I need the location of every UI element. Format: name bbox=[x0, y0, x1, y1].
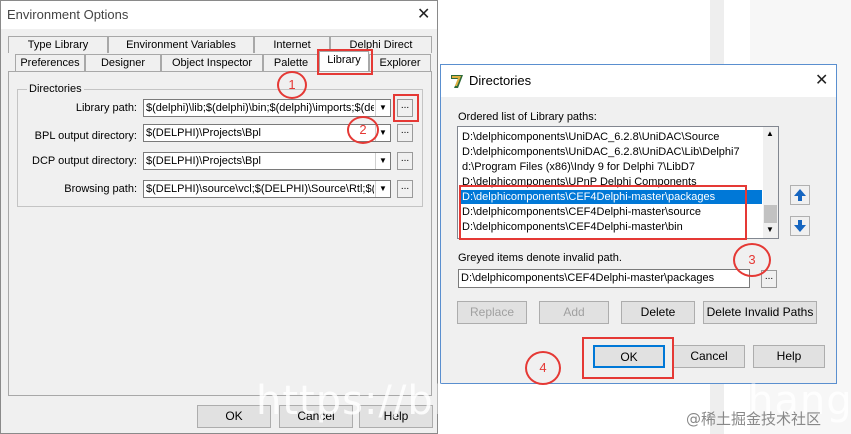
tab-palette[interactable]: Palette bbox=[263, 54, 319, 71]
watermark-url: https://blog bbox=[256, 378, 498, 424]
title-bar: Environment Options ✕ bbox=[1, 1, 437, 29]
browsing-path-value: $(DELPHI)\source\vcl;$(DELPHI)\Source\Rt… bbox=[146, 183, 374, 195]
directories-group-label: Directories bbox=[27, 83, 84, 95]
chevron-down-icon[interactable]: ▼ bbox=[375, 153, 390, 169]
delphi-logo-icon bbox=[449, 73, 465, 89]
list-item[interactable]: d:\Program Files (x86)\Indy 9 for Delphi… bbox=[461, 160, 762, 174]
window-title: Environment Options bbox=[7, 7, 129, 22]
dcp-output-label: DCP output directory: bbox=[32, 155, 137, 167]
arrow-down-icon bbox=[794, 220, 806, 232]
list-item[interactable]: D:\delphicomponents\UniDAC_6.2.8\UniDAC\… bbox=[461, 145, 762, 159]
dcp-output-value: $(DELPHI)\Projects\Bpl bbox=[146, 155, 261, 167]
bpl-output-label: BPL output directory: bbox=[34, 130, 137, 142]
cef4delphi-paths-highlight bbox=[459, 185, 747, 240]
tab-type-library[interactable]: Type Library bbox=[8, 36, 108, 53]
scroll-up-icon[interactable]: ▲ bbox=[766, 129, 774, 138]
help-button[interactable]: Help bbox=[753, 345, 825, 368]
browsing-path-label: Browsing path: bbox=[64, 183, 137, 195]
browsing-path-combo[interactable]: $(DELPHI)\source\vcl;$(DELPHI)\Source\Rt… bbox=[143, 180, 391, 198]
title-bar: Directories ✕ bbox=[441, 65, 836, 97]
invalid-hint: Greyed items denote invalid path. bbox=[458, 252, 622, 264]
bpl-output-value: $(DELPHI)\Projects\Bpl bbox=[146, 127, 261, 139]
close-icon[interactable]: ✕ bbox=[417, 7, 430, 23]
scroll-down-icon[interactable]: ▼ bbox=[766, 225, 774, 234]
tab-environment-variables[interactable]: Environment Variables bbox=[108, 36, 254, 53]
ok-button-highlight bbox=[582, 337, 674, 379]
path-input-value: D:\delphicomponents\CEF4Delphi-master\pa… bbox=[461, 272, 715, 284]
tab-designer[interactable]: Designer bbox=[85, 54, 161, 71]
annotation-circle-4: 4 bbox=[525, 351, 561, 385]
library-path-label: Library path: bbox=[75, 102, 137, 114]
close-icon[interactable]: ✕ bbox=[815, 73, 828, 89]
chevron-down-icon[interactable]: ▼ bbox=[375, 181, 390, 197]
library-tab-highlight bbox=[317, 49, 373, 75]
library-path-value: $(delphi)\lib;$(delphi)\bin;$(delphi)\im… bbox=[146, 102, 374, 114]
annotation-circle-1: 1 bbox=[277, 71, 307, 99]
scroll-thumb[interactable] bbox=[764, 205, 777, 223]
tab-preferences[interactable]: Preferences bbox=[15, 54, 85, 71]
directories-dialog: Directories ✕ Ordered list of Library pa… bbox=[440, 64, 837, 385]
delete-button[interactable]: Delete bbox=[621, 301, 695, 324]
tab-object-inspector[interactable]: Object Inspector bbox=[161, 54, 263, 71]
annotation-circle-3: 3 bbox=[733, 243, 771, 277]
dcp-output-combo[interactable]: $(DELPHI)\Projects\Bpl ▼ bbox=[143, 152, 391, 170]
library-path-combo[interactable]: $(delphi)\lib;$(delphi)\bin;$(delphi)\im… bbox=[143, 99, 391, 117]
list-scrollbar[interactable]: ▲ ▼ bbox=[763, 127, 778, 238]
chevron-down-icon[interactable]: ▼ bbox=[375, 100, 390, 116]
move-up-button[interactable] bbox=[790, 185, 810, 205]
watermark-brand: @稀土掘金技术社区 bbox=[686, 410, 822, 428]
replace-button[interactable]: Replace bbox=[457, 301, 527, 324]
add-button[interactable]: Add bbox=[539, 301, 609, 324]
list-label: Ordered list of Library paths: bbox=[458, 111, 597, 123]
move-down-button[interactable] bbox=[790, 216, 810, 236]
browsing-path-browse-button[interactable]: ... bbox=[397, 180, 413, 198]
tab-explorer[interactable]: Explorer bbox=[369, 54, 431, 71]
dcp-output-browse-button[interactable]: ... bbox=[397, 152, 413, 170]
arrow-up-icon bbox=[794, 189, 806, 201]
environment-options-dialog: Environment Options ✕ Type Library Envir… bbox=[0, 0, 438, 434]
annotation-circle-2: 2 bbox=[347, 116, 379, 144]
path-input[interactable]: D:\delphicomponents\CEF4Delphi-master\pa… bbox=[458, 269, 750, 288]
delete-invalid-paths-button[interactable]: Delete Invalid Paths bbox=[703, 301, 817, 324]
browse-button-highlight bbox=[393, 94, 419, 122]
window-title: Directories bbox=[469, 73, 532, 88]
list-item[interactable]: D:\delphicomponents\UniDAC_6.2.8\UniDAC\… bbox=[461, 130, 762, 144]
cancel-button[interactable]: Cancel bbox=[673, 345, 745, 368]
bpl-output-browse-button[interactable]: ... bbox=[397, 124, 413, 142]
